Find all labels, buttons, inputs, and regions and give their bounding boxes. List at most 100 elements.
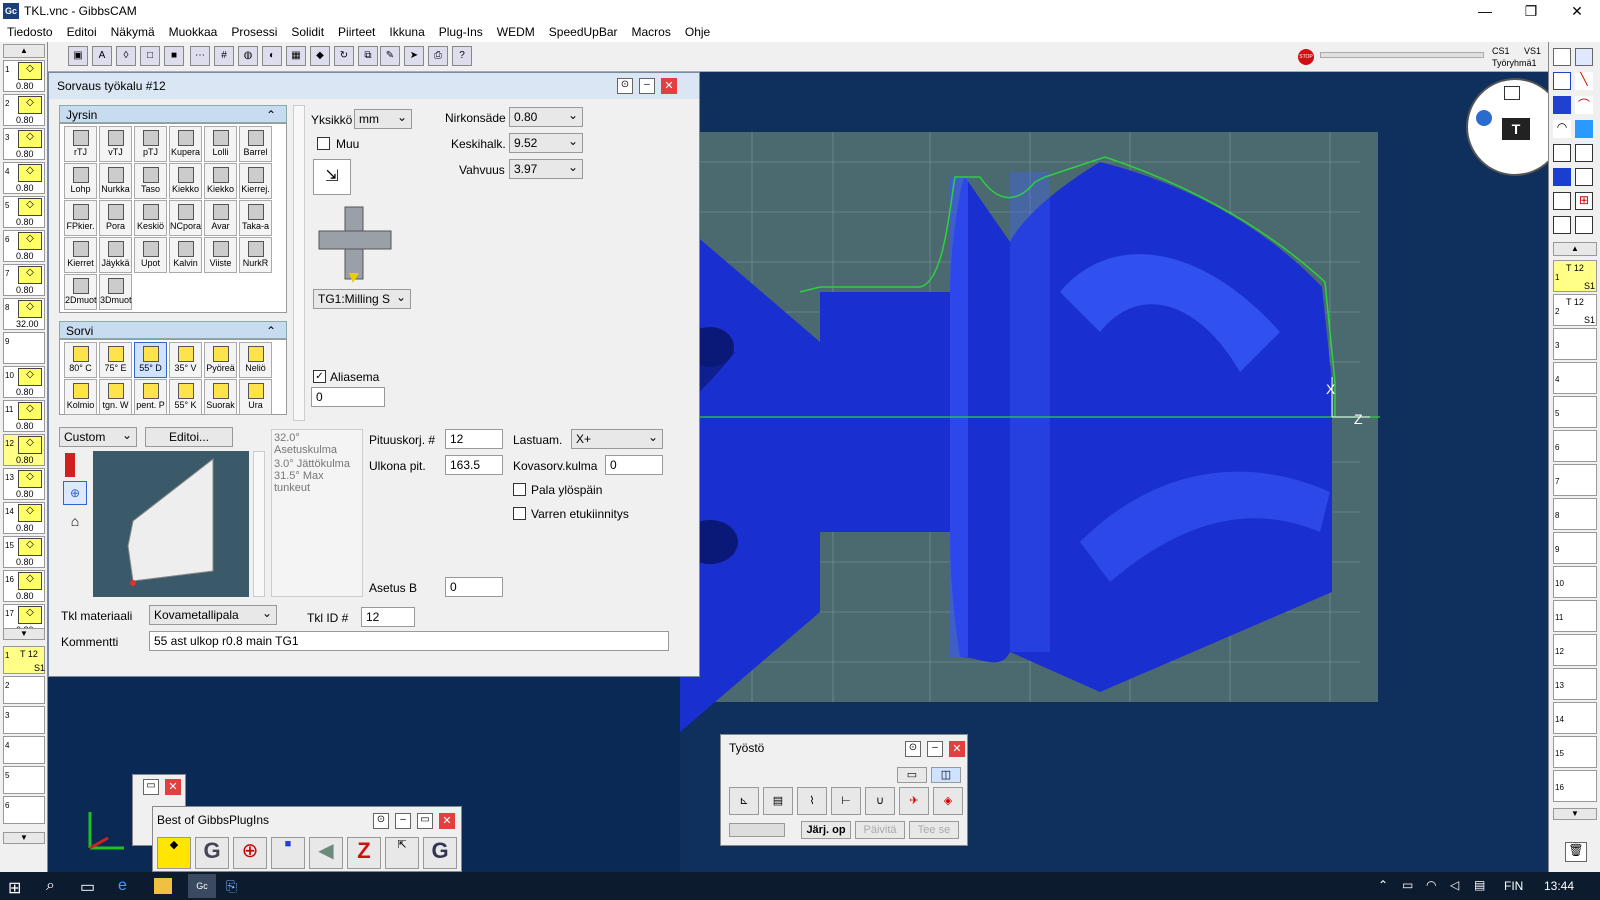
dialog-close-button[interactable]: ✕: [661, 78, 677, 94]
process-slot[interactable]: 4: [3, 736, 45, 764]
right-proc-slot[interactable]: 14: [1553, 702, 1597, 734]
language-indicator[interactable]: FIN: [1504, 879, 1523, 893]
menu-7[interactable]: Ikkuna: [382, 22, 431, 39]
tool-slot[interactable]: 13 ◇ 0.80: [3, 468, 45, 500]
tray-chevron-icon[interactable]: ⌃: [1378, 878, 1388, 892]
surface-icon[interactable]: [1575, 120, 1593, 138]
plugins-max-button[interactable]: ▭: [417, 813, 433, 829]
op-nav-buttons[interactable]: [729, 823, 785, 837]
menu-5[interactable]: Solidit: [284, 22, 331, 39]
right-proc-slot[interactable]: 3: [1553, 328, 1597, 360]
rough-op-icon[interactable]: ▤: [763, 787, 793, 815]
insert-shape-select[interactable]: Custom: [59, 427, 137, 447]
menu-11[interactable]: Macros: [625, 22, 678, 39]
process-slot[interactable]: 6: [3, 796, 45, 824]
cube-outline-icon[interactable]: [1575, 144, 1593, 162]
trash-icon[interactable]: 🗑: [1565, 842, 1587, 862]
tool-slot[interactable]: 6 ◇ 0.80: [3, 230, 45, 262]
wand-icon[interactable]: ✎: [380, 46, 400, 66]
right-proc-slot[interactable]: 12: [1553, 634, 1597, 666]
holder-icon[interactable]: ⇲: [313, 159, 351, 195]
milling-tool-16[interactable]: Avar: [204, 200, 237, 236]
tool-slot[interactable]: 3 ◇ 0.80: [3, 128, 45, 160]
special-op-icon[interactable]: ◈: [933, 787, 963, 815]
hardturn-input[interactable]: 0: [605, 455, 663, 475]
right-proc-slot[interactable]: 7: [1553, 464, 1597, 496]
plugin-triangle-icon[interactable]: ◀: [309, 837, 343, 869]
chat-icon[interactable]: ▤: [1474, 878, 1485, 892]
right-proc-slot[interactable]: 5: [1553, 396, 1597, 428]
windows-icon[interactable]: [1575, 48, 1593, 66]
outer-length-input[interactable]: 163.5: [445, 455, 503, 475]
setb-input[interactable]: 0: [445, 577, 503, 597]
cube-icon[interactable]: □: [140, 46, 160, 66]
right-scroll-up[interactable]: ▲: [1553, 242, 1597, 256]
tool-icon[interactable]: [65, 453, 75, 477]
milling-tool-24[interactable]: 2Dmuot: [64, 274, 97, 310]
milling-tool-12[interactable]: FPkier.: [64, 200, 97, 236]
solid-box-icon[interactable]: [1553, 144, 1571, 162]
scroll-down-button[interactable]: ▼: [3, 628, 45, 640]
milling-tool-8[interactable]: Taso: [134, 163, 167, 199]
thread-op-icon[interactable]: ∪: [865, 787, 895, 815]
comment-input[interactable]: 55 ast ulkop r0.8 main TG1: [149, 631, 669, 651]
machining-pin-button[interactable]: ⊙: [905, 741, 921, 757]
milling-tool-3[interactable]: Kupera: [169, 126, 202, 162]
tool-slot[interactable]: 15 ◇ 0.80: [3, 536, 45, 568]
milling-tool-7[interactable]: Nurkka: [99, 163, 132, 199]
volume-icon[interactable]: ◁: [1450, 878, 1459, 892]
milling-tool-21[interactable]: Kalvin: [169, 237, 202, 273]
start-icon[interactable]: ⊞: [8, 878, 21, 898]
rotate-icon[interactable]: ↻: [334, 46, 354, 66]
menu-8[interactable]: Plug-Ins: [432, 22, 490, 39]
menu-10[interactable]: SpeedUpBar: [542, 22, 625, 39]
select-icon[interactable]: [1553, 72, 1571, 90]
new-icon[interactable]: [1553, 48, 1571, 66]
vnc-icon[interactable]: ⎘: [226, 878, 237, 895]
plugins-minimize-button[interactable]: –: [395, 813, 411, 829]
turning-tool-2[interactable]: 55° D: [134, 342, 167, 378]
milling-tool-19[interactable]: Jäykkä: [99, 237, 132, 273]
thickness-select[interactable]: 3.97: [509, 159, 583, 179]
nose-radius-select[interactable]: 0.80: [509, 107, 583, 127]
dialog-pin-button[interactable]: ⊙: [617, 78, 633, 94]
minimize-button[interactable]: —: [1462, 0, 1508, 22]
do-it-button[interactable]: Tee se: [909, 821, 959, 839]
turning-tool-10[interactable]: Suorak: [204, 379, 237, 415]
menu-9[interactable]: WEDM: [490, 22, 542, 39]
tool-slot[interactable]: 16 ◇ 0.80: [3, 570, 45, 602]
process-slot[interactable]: 3: [3, 706, 45, 734]
curve-icon[interactable]: ⌒: [1575, 96, 1593, 114]
plugin-cube-icon[interactable]: ■: [271, 837, 305, 869]
tool-slot[interactable]: 8 ◇ 32.00: [3, 298, 45, 330]
right-proc-slot[interactable]: 9: [1553, 532, 1597, 564]
search-icon[interactable]: ⌕: [46, 877, 55, 895]
plugin-axis-icon[interactable]: ⇱: [385, 837, 419, 869]
insert-up-checkbox[interactable]: [513, 483, 526, 496]
split-view-icon[interactable]: ◫: [931, 767, 961, 783]
process-slot[interactable]: 1 T 12 S1: [3, 646, 45, 674]
milling-tool-11[interactable]: Kierrej.: [239, 163, 272, 199]
wifi-icon[interactable]: ◠: [1426, 878, 1436, 892]
milling-tool-0[interactable]: rTJ: [64, 126, 97, 162]
milling-tool-20[interactable]: Upot: [134, 237, 167, 273]
cursor-icon[interactable]: ➤: [404, 46, 424, 66]
print-icon[interactable]: ⎙: [428, 46, 448, 66]
right-proc-slot[interactable]: 4: [1553, 362, 1597, 394]
right-proc-slot[interactable]: 8: [1553, 498, 1597, 530]
file-explorer-icon[interactable]: [154, 878, 172, 894]
plugins-pin-button[interactable]: ⊙: [373, 813, 389, 829]
tool-id-input[interactable]: 12: [361, 607, 415, 627]
turning-tool-7[interactable]: tgn. W: [99, 379, 132, 415]
right-proc-slot[interactable]: 11: [1553, 600, 1597, 632]
plugin-target-icon[interactable]: ⊕: [233, 837, 267, 869]
maximize-button[interactable]: ❐: [1508, 0, 1554, 22]
milling-tool-17[interactable]: Taka-a: [239, 200, 272, 236]
grid-icon[interactable]: ⋯: [190, 46, 210, 66]
turning-group-header[interactable]: Sorvi ⌃: [59, 321, 287, 339]
right-proc-slot[interactable]: 13: [1553, 668, 1597, 700]
drill-op-icon[interactable]: ⊢: [831, 787, 861, 815]
tool-slot[interactable]: 12 ◇ 0.80: [3, 434, 45, 466]
milling-tool-10[interactable]: Kiekko: [204, 163, 237, 199]
dialog-minimize-button[interactable]: –: [639, 78, 655, 94]
